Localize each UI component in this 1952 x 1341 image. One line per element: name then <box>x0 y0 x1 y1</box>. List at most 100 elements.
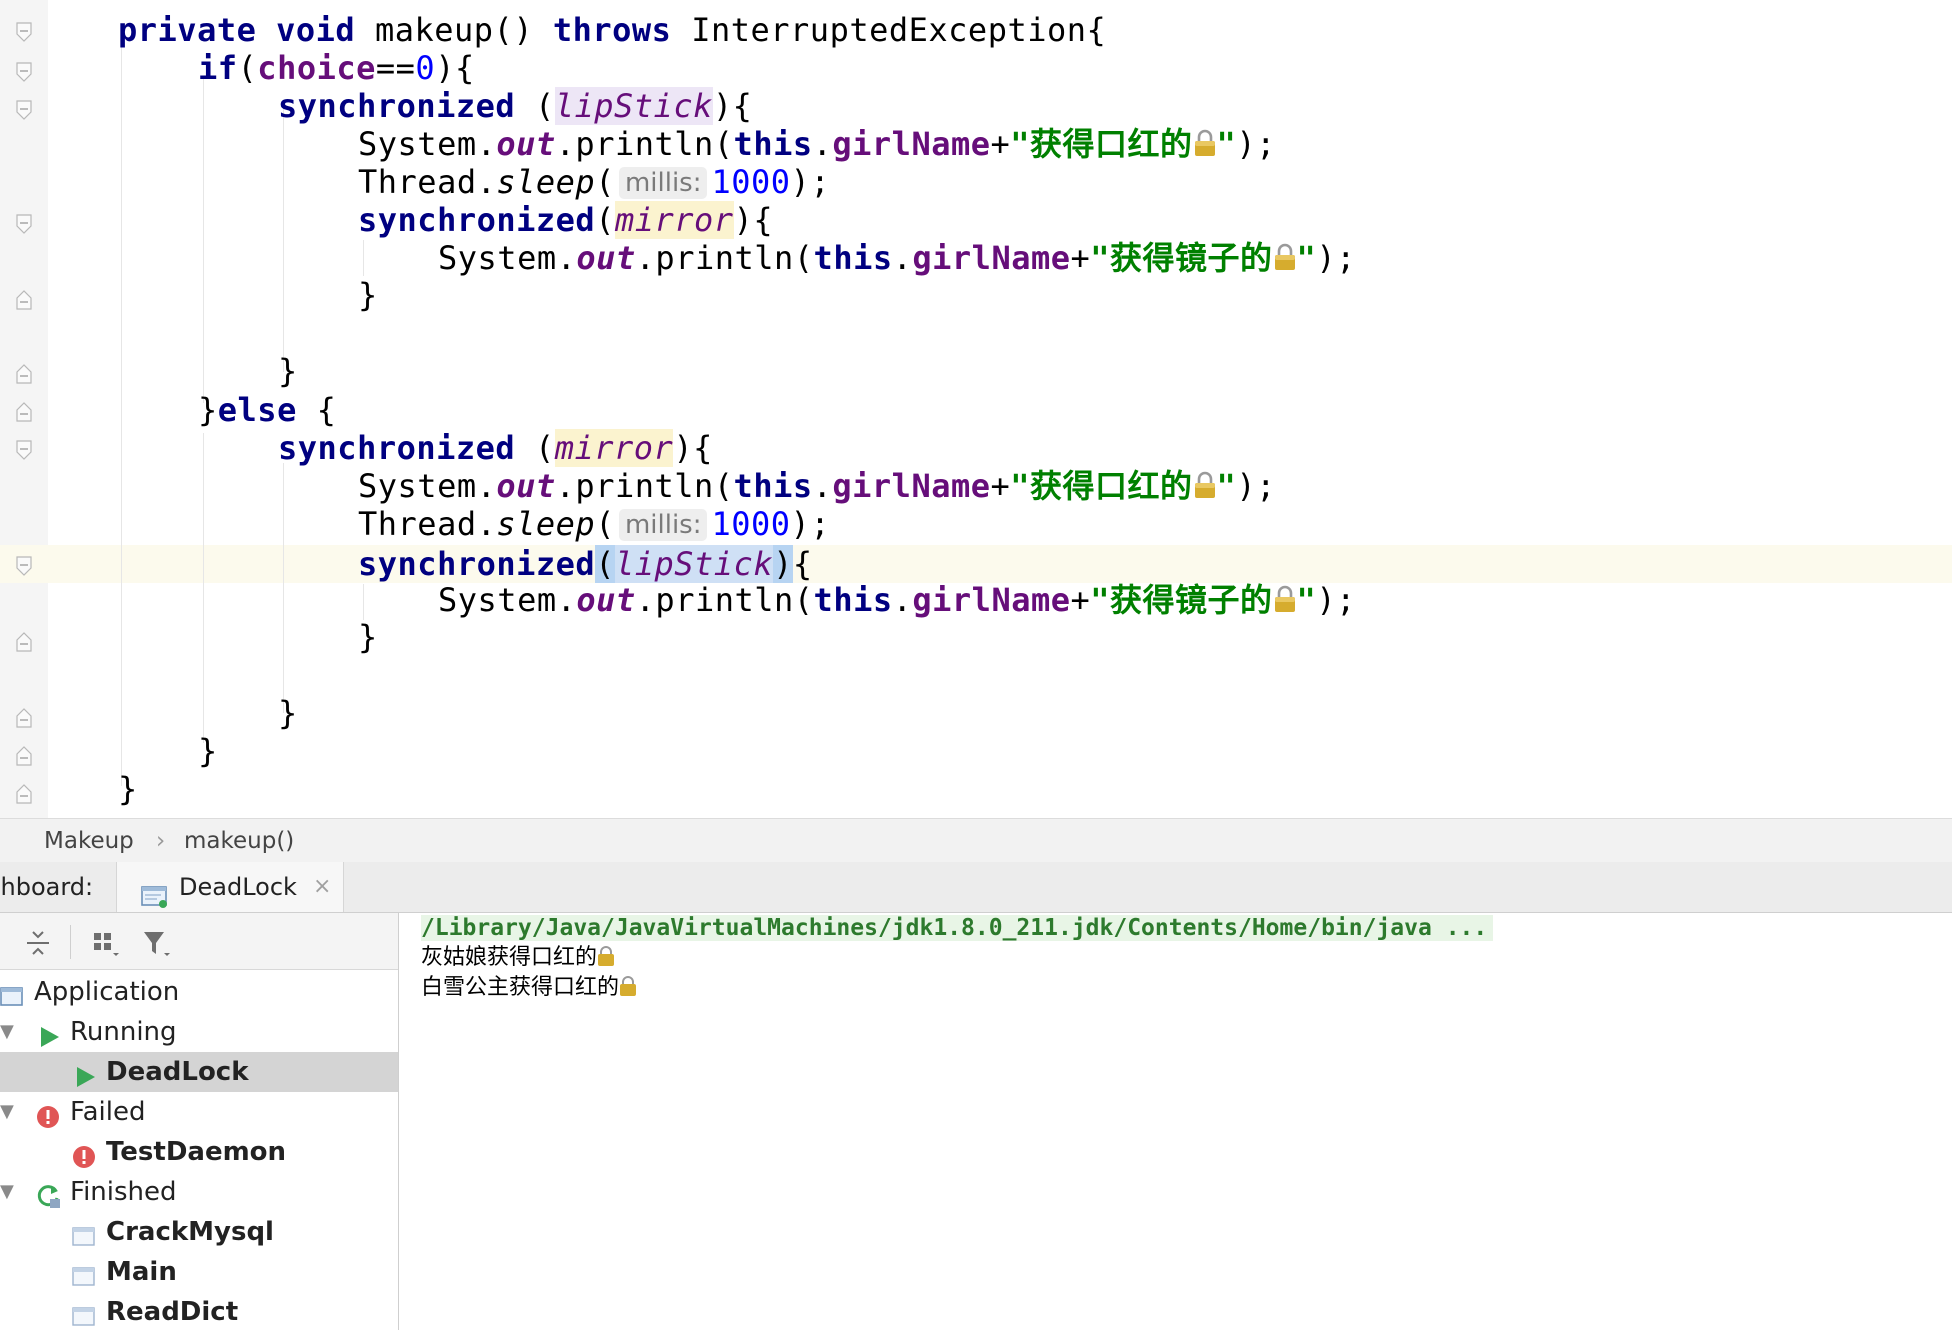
code-line-println[interactable]: System.out.println(this.girlName+"获得镜子的 "… <box>438 239 1356 277</box>
breadcrumb-method[interactable]: makeup() <box>184 819 294 863</box>
error-icon <box>36 1101 60 1128</box>
code-line-sync-mirror[interactable]: synchronized (mirror){ <box>278 429 713 467</box>
fold-marker-icon[interactable] <box>16 440 32 460</box>
run-dashboard-label: shboard: <box>0 873 94 901</box>
error-icon <box>72 1141 96 1168</box>
fold-marker-icon[interactable] <box>16 22 32 42</box>
code-line-close-brace[interactable]: } <box>118 770 138 808</box>
call-end: ); <box>1236 467 1276 505</box>
operator-plus: + <box>990 125 1011 163</box>
chevron-down-icon[interactable]: ▼ <box>0 1092 14 1132</box>
console-output-line: 白雪公主获得口红的 <box>421 973 637 1003</box>
tab-label: DeadLock <box>179 873 297 901</box>
tree-item-failed[interactable]: ▼ Failed <box>0 1092 398 1132</box>
method-sleep: sleep <box>496 505 596 543</box>
field-girlname: girlName <box>912 581 1071 619</box>
brace: } <box>198 391 218 429</box>
console-output[interactable]: /Library/Java/JavaVirtualMachines/jdk1.8… <box>399 913 1952 1330</box>
code-line-println[interactable]: System.out.println(this.girlName+"获得镜子的 "… <box>438 581 1356 619</box>
lock-icon <box>1273 584 1297 614</box>
fold-end-marker-icon[interactable] <box>16 784 32 804</box>
toolbar-separator <box>70 925 71 959</box>
field-lipstick: lipStick <box>614 545 774 583</box>
string-quote: " <box>1216 125 1237 163</box>
keyword-throws: throws <box>552 11 672 49</box>
chevron-down-icon[interactable]: ▼ <box>0 1012 14 1052</box>
close-icon[interactable]: × <box>313 862 331 912</box>
code-line-if[interactable]: if(choice==0){ <box>198 49 475 87</box>
tree-item-deadlock[interactable]: DeadLock <box>0 1052 398 1092</box>
parameter-hint-millis: millis: <box>618 509 708 541</box>
chevron-down-icon[interactable]: ▼ <box>0 1172 14 1212</box>
fold-end-marker-icon[interactable] <box>16 290 32 310</box>
paren: ( <box>595 505 615 543</box>
console-text: 白雪公主获得口红的 <box>421 975 620 1000</box>
console-command-line[interactable]: /Library/Java/JavaVirtualMachines/jdk1.8… <box>421 913 1494 943</box>
indent-guide <box>203 433 204 743</box>
tree-label: Application <box>34 977 180 1007</box>
code-line-else[interactable]: }else { <box>198 391 336 429</box>
tree-item-testdaemon[interactable]: TestDaemon <box>0 1132 398 1172</box>
breadcrumb: Makeup › makeup() <box>0 818 1952 864</box>
fold-end-marker-icon[interactable] <box>16 746 32 766</box>
operator-plus: + <box>990 467 1011 505</box>
code-line-println[interactable]: System.out.println(this.girlName+"获得口红的 "… <box>358 467 1276 505</box>
console-text: 灰姑娘获得口红的 <box>421 945 598 970</box>
lock-icon <box>619 975 637 997</box>
breadcrumb-class[interactable]: Makeup <box>44 819 134 863</box>
group-by-icon[interactable] <box>90 927 122 959</box>
tree-item-running[interactable]: ▼ Running <box>0 1012 398 1052</box>
tree-item-main[interactable]: Main <box>0 1252 398 1292</box>
code-line-close-brace[interactable]: } <box>278 352 298 390</box>
tree-item-crackmysql[interactable]: CrackMysql <box>0 1212 398 1252</box>
field-girlname: girlName <box>912 239 1071 277</box>
code-line-close-brace[interactable]: } <box>358 618 378 656</box>
dot: . <box>812 467 833 505</box>
class-system: System. <box>358 125 497 163</box>
fold-marker-icon[interactable] <box>16 100 32 120</box>
paren-brace: ){ <box>712 87 753 125</box>
collapse-all-icon[interactable] <box>22 927 54 959</box>
method-println: .println( <box>635 239 814 277</box>
code-line-close-brace[interactable]: } <box>278 694 298 732</box>
code-line-println[interactable]: System.out.println(this.girlName+"获得口红的 "… <box>358 125 1276 163</box>
code-line-sync-lipstick-current[interactable]: synchronized(lipStick){ <box>358 545 813 583</box>
tab-deadlock[interactable]: DeadLock × <box>116 862 344 912</box>
fold-end-marker-icon[interactable] <box>16 364 32 384</box>
field-mirror: mirror <box>554 429 674 467</box>
fold-marker-icon[interactable] <box>16 556 32 576</box>
code-line-thread-sleep[interactable]: Thread.sleep(millis: 1000); <box>358 505 830 543</box>
console-command: /Library/Java/JavaVirtualMachines/jdk1.8… <box>421 915 1494 941</box>
code-line-sync-mirror[interactable]: synchronized(mirror){ <box>358 201 773 239</box>
fold-end-marker-icon[interactable] <box>16 708 32 728</box>
code-line-thread-sleep[interactable]: Thread.sleep(millis: 1000); <box>358 163 830 201</box>
indent-guide <box>283 107 284 372</box>
code-line-close-brace[interactable]: } <box>358 276 378 314</box>
code-line-close-brace[interactable]: } <box>198 732 218 770</box>
filter-icon[interactable] <box>140 927 172 959</box>
code-line-sync-lipstick[interactable]: synchronized (lipStick){ <box>278 87 752 125</box>
fold-end-marker-icon[interactable] <box>16 632 32 652</box>
class-system: System. <box>438 239 577 277</box>
dot: . <box>892 581 913 619</box>
lock-icon <box>1193 470 1217 500</box>
field-girlname: girlName <box>832 125 991 163</box>
run-icon <box>74 1061 98 1087</box>
run-configurations-panel: Application ▼ Running DeadLock ▼ Failed … <box>0 913 399 1330</box>
application-window-icon <box>72 1301 96 1326</box>
fold-marker-icon[interactable] <box>16 214 32 234</box>
tree-item-application[interactable]: Application <box>0 972 398 1012</box>
number-1000: 1000 <box>711 505 791 543</box>
method-name: makeup() <box>374 11 534 49</box>
class-system: System. <box>358 467 497 505</box>
indent-guide <box>363 240 364 276</box>
number-zero: 0 <box>415 49 436 87</box>
code-line-method-signature[interactable]: private void makeup() throws Interrupted… <box>118 11 1106 49</box>
fold-marker-icon[interactable] <box>16 62 32 82</box>
fold-end-marker-icon[interactable] <box>16 402 32 422</box>
tree-item-readdict[interactable]: ReadDict <box>0 1292 398 1332</box>
field-out: out <box>576 581 636 619</box>
code-editor[interactable]: private void makeup() throws Interrupted… <box>0 0 1952 818</box>
field-choice: choice <box>257 49 376 87</box>
tree-item-finished[interactable]: ▼ Finished <box>0 1172 398 1212</box>
